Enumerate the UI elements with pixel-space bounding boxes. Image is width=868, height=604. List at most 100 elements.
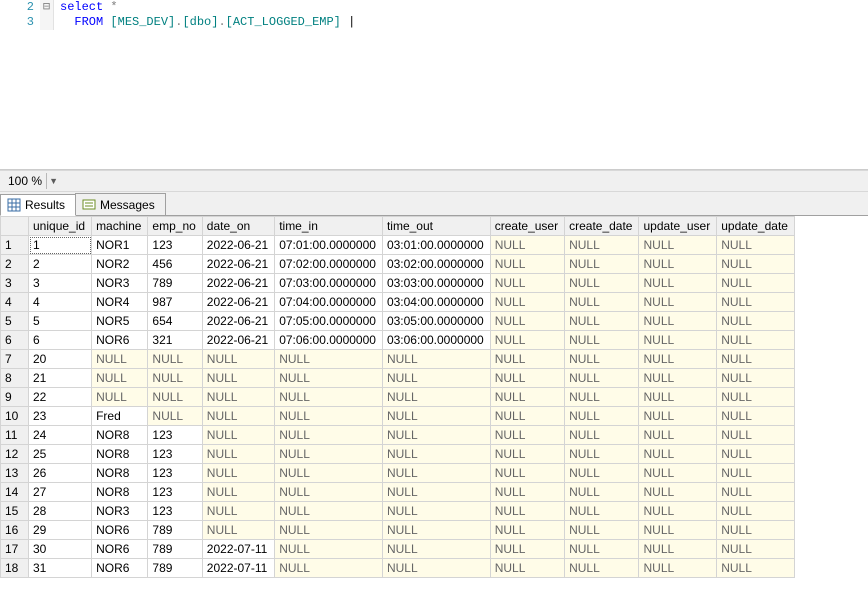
cell[interactable]: 456 xyxy=(148,255,202,274)
row-header[interactable]: 3 xyxy=(1,274,29,293)
cell[interactable]: NULL xyxy=(490,388,564,407)
cell[interactable]: 03:03:00.0000000 xyxy=(382,274,490,293)
table-row[interactable]: 1427NOR8123NULLNULLNULLNULLNULLNULLNULL xyxy=(1,483,795,502)
row-header[interactable]: 6 xyxy=(1,331,29,350)
cell[interactable]: NULL xyxy=(275,445,383,464)
cell[interactable]: NULL xyxy=(275,388,383,407)
cell[interactable]: 4 xyxy=(29,293,92,312)
cell[interactable]: NULL xyxy=(565,350,639,369)
row-header[interactable]: 18 xyxy=(1,559,29,578)
row-header[interactable]: 1 xyxy=(1,236,29,255)
table-row[interactable]: 1225NOR8123NULLNULLNULLNULLNULLNULLNULL xyxy=(1,445,795,464)
cell[interactable]: NOR8 xyxy=(92,483,148,502)
cell[interactable]: NULL xyxy=(202,388,274,407)
row-header[interactable]: 9 xyxy=(1,388,29,407)
cell[interactable]: NULL xyxy=(565,388,639,407)
cell[interactable]: NULL xyxy=(490,274,564,293)
cell[interactable]: NOR8 xyxy=(92,464,148,483)
row-header[interactable]: 14 xyxy=(1,483,29,502)
cell[interactable]: NULL xyxy=(565,407,639,426)
column-header[interactable]: update_user xyxy=(639,217,717,236)
cell[interactable]: NULL xyxy=(490,255,564,274)
column-header[interactable]: unique_id xyxy=(29,217,92,236)
cell[interactable]: NULL xyxy=(148,350,202,369)
cell[interactable]: NULL xyxy=(382,483,490,502)
code-text[interactable]: FROM [MES_DEV].[dbo].[ACT_LOGGED_EMP] | xyxy=(54,15,355,30)
cell[interactable]: 22 xyxy=(29,388,92,407)
cell[interactable]: NOR3 xyxy=(92,502,148,521)
table-row[interactable]: 1124NOR8123NULLNULLNULLNULLNULLNULLNULL xyxy=(1,426,795,445)
cell[interactable]: NULL xyxy=(382,369,490,388)
table-row[interactable]: 821NULLNULLNULLNULLNULLNULLNULLNULLNULL xyxy=(1,369,795,388)
cell[interactable]: NULL xyxy=(717,559,795,578)
cell[interactable]: NULL xyxy=(717,540,795,559)
cell[interactable]: NULL xyxy=(639,312,717,331)
cell[interactable]: NULL xyxy=(202,350,274,369)
cell[interactable]: 123 xyxy=(148,426,202,445)
table-row[interactable]: 22NOR24562022-06-2107:02:00.000000003:02… xyxy=(1,255,795,274)
results-grid[interactable]: unique_idmachineemp_nodate_ontime_intime… xyxy=(0,216,795,578)
cell[interactable]: NULL xyxy=(717,369,795,388)
cell[interactable]: NULL xyxy=(382,350,490,369)
table-row[interactable]: 1730NOR67892022-07-11NULLNULLNULLNULLNUL… xyxy=(1,540,795,559)
row-header[interactable]: 16 xyxy=(1,521,29,540)
grid-corner[interactable] xyxy=(1,217,29,236)
results-grid-container[interactable]: unique_idmachineemp_nodate_ontime_intime… xyxy=(0,216,868,604)
cell[interactable]: NULL xyxy=(382,445,490,464)
table-row[interactable]: 66NOR63212022-06-2107:06:00.000000003:06… xyxy=(1,331,795,350)
cell[interactable]: NULL xyxy=(490,540,564,559)
cell[interactable]: NULL xyxy=(92,388,148,407)
cell[interactable]: 987 xyxy=(148,293,202,312)
cell[interactable]: 2022-07-11 xyxy=(202,540,274,559)
cell[interactable]: NOR4 xyxy=(92,293,148,312)
cell[interactable]: NULL xyxy=(565,293,639,312)
cell[interactable]: NULL xyxy=(275,521,383,540)
cell[interactable]: 07:02:00.0000000 xyxy=(275,255,383,274)
cell[interactable]: NOR8 xyxy=(92,426,148,445)
cell[interactable]: NULL xyxy=(275,426,383,445)
table-row[interactable]: 1831NOR67892022-07-11NULLNULLNULLNULLNUL… xyxy=(1,559,795,578)
fold-gutter[interactable] xyxy=(40,15,54,30)
row-header[interactable]: 13 xyxy=(1,464,29,483)
table-row[interactable]: 1528NOR3123NULLNULLNULLNULLNULLNULLNULL xyxy=(1,502,795,521)
cell[interactable]: NULL xyxy=(639,540,717,559)
cell[interactable]: 31 xyxy=(29,559,92,578)
cell[interactable]: NULL xyxy=(639,445,717,464)
cell[interactable]: NULL xyxy=(202,445,274,464)
cell[interactable]: NULL xyxy=(148,388,202,407)
cell[interactable]: 123 xyxy=(148,236,202,255)
cell[interactable]: NULL xyxy=(382,407,490,426)
cell[interactable]: NULL xyxy=(639,426,717,445)
table-row[interactable]: 1023FredNULLNULLNULLNULLNULLNULLNULLNULL xyxy=(1,407,795,426)
cell[interactable]: NULL xyxy=(490,312,564,331)
column-header[interactable]: machine xyxy=(92,217,148,236)
cell[interactable]: 07:04:00.0000000 xyxy=(275,293,383,312)
cell[interactable]: NULL xyxy=(275,350,383,369)
cell[interactable]: 2022-06-21 xyxy=(202,274,274,293)
cell[interactable]: NULL xyxy=(92,350,148,369)
cell[interactable]: NULL xyxy=(275,559,383,578)
cell[interactable]: 03:06:00.0000000 xyxy=(382,331,490,350)
cell[interactable]: NULL xyxy=(202,464,274,483)
cell[interactable]: NULL xyxy=(639,502,717,521)
cell[interactable]: NULL xyxy=(717,464,795,483)
cell[interactable]: NULL xyxy=(639,559,717,578)
cell[interactable]: NULL xyxy=(717,407,795,426)
cell[interactable]: NULL xyxy=(275,540,383,559)
cell[interactable]: NULL xyxy=(490,502,564,521)
table-row[interactable]: 720NULLNULLNULLNULLNULLNULLNULLNULLNULL xyxy=(1,350,795,369)
cell[interactable]: NULL xyxy=(490,331,564,350)
cell[interactable]: NULL xyxy=(382,521,490,540)
cell[interactable]: 03:02:00.0000000 xyxy=(382,255,490,274)
table-row[interactable]: 1629NOR6789NULLNULLNULLNULLNULLNULLNULL xyxy=(1,521,795,540)
cell[interactable]: 321 xyxy=(148,331,202,350)
cell[interactable]: NULL xyxy=(490,464,564,483)
cell[interactable]: NULL xyxy=(639,464,717,483)
cell[interactable]: NULL xyxy=(382,502,490,521)
cell[interactable]: 03:01:00.0000000 xyxy=(382,236,490,255)
cell[interactable]: 20 xyxy=(29,350,92,369)
cell[interactable]: NOR8 xyxy=(92,445,148,464)
cell[interactable]: NULL xyxy=(275,502,383,521)
cell[interactable]: 123 xyxy=(148,502,202,521)
cell[interactable]: 24 xyxy=(29,426,92,445)
